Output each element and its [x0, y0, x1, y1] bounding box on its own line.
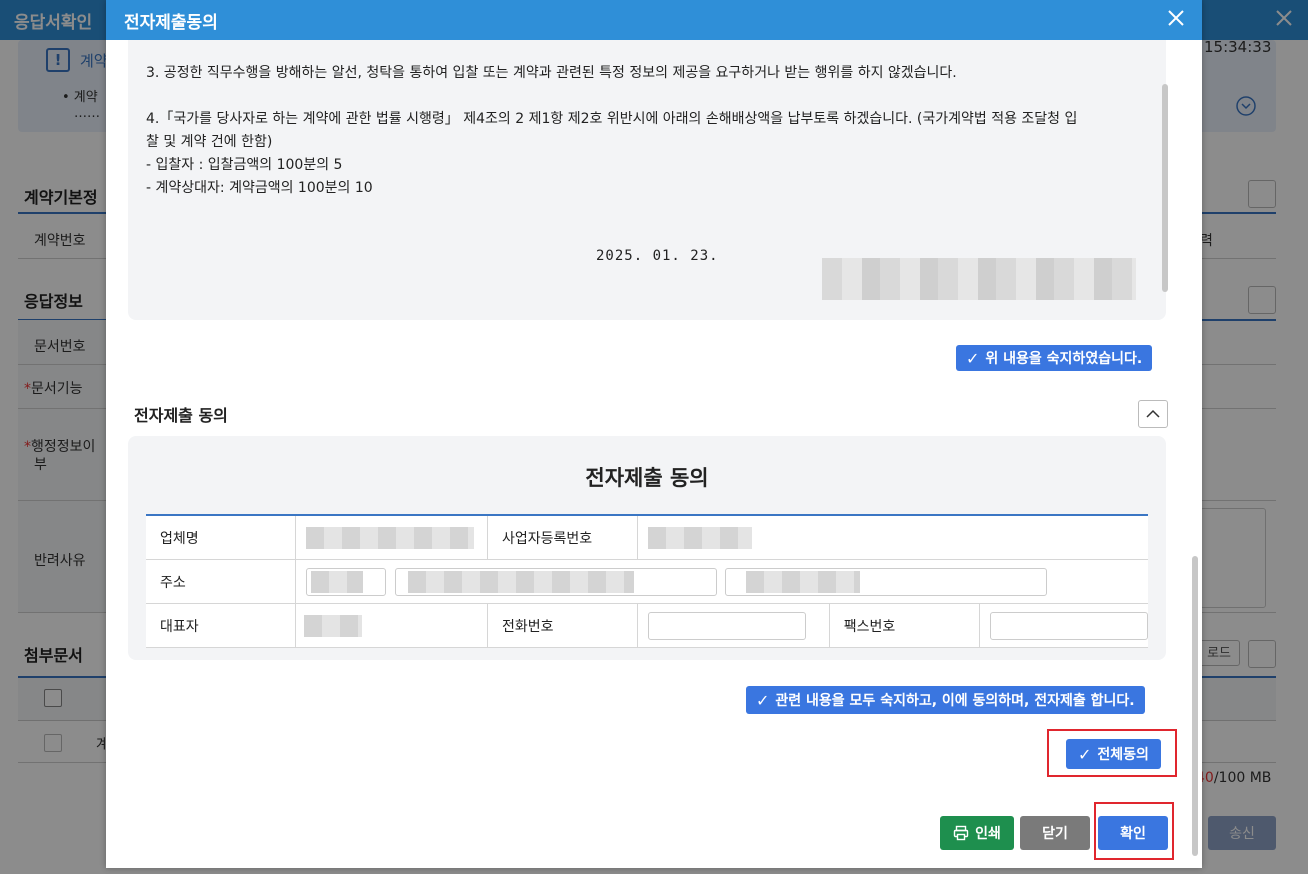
- consent-heading: 전자제출 동의: [585, 466, 709, 490]
- company-label: 업체명: [146, 515, 296, 560]
- pledge-date: 2025. 01. 23.: [596, 248, 719, 264]
- address-label: 주소: [146, 559, 296, 604]
- modal-scrollbar[interactable]: [1190, 44, 1200, 864]
- check-icon: ✓: [1078, 744, 1092, 764]
- agree-all-button[interactable]: ✓ 전체동의: [1066, 739, 1161, 769]
- company-info-table: 업체명 사업자등록번호 주소 대표자 전화번호 팩스번호: [146, 514, 1148, 648]
- agree-submit-button[interactable]: ✓ 관련 내용을 모두 숙지하고, 이에 동의하며, 전자제출 합니다.: [746, 686, 1145, 714]
- table-row: 주소: [146, 559, 1148, 604]
- pledge-item-4-line-2: 찰 및 계약 건에 한함): [146, 134, 273, 150]
- ceo-value: [295, 603, 488, 648]
- bizno-label: 사업자등록번호: [486, 515, 638, 560]
- modal-scrollbar-thumb[interactable]: [1192, 556, 1198, 856]
- check-icon: ✓: [756, 690, 770, 710]
- address-value: [295, 559, 1148, 604]
- printer-icon: [953, 825, 969, 841]
- print-button[interactable]: 인쇄: [940, 816, 1014, 850]
- fax-label: 팩스번호: [828, 603, 980, 648]
- close-button[interactable]: 닫기: [1020, 816, 1090, 850]
- company-value: [295, 515, 488, 560]
- phone-cell: [637, 603, 830, 648]
- e-submit-consent-modal: 전자제출동의 3. 공정한 직무수행을 방해하는 알선, 청탁을 통하여 입찰 …: [106, 0, 1202, 868]
- table-row: 대표자 전화번호 팩스번호: [146, 603, 1148, 648]
- check-icon: ✓: [966, 348, 980, 368]
- table-row: 업체명 사업자등록번호: [146, 515, 1148, 560]
- fax-field[interactable]: [990, 611, 1148, 640]
- phone-label: 전화번호: [486, 603, 638, 648]
- zipcode-field[interactable]: [306, 567, 387, 596]
- signature-redacted: [822, 258, 1136, 300]
- pledge-item-4-line-1: 4.「국가를 당사자로 하는 계약에 관한 법률 시행령」 제4조의 2 제1항…: [146, 111, 1078, 127]
- fax-cell: [979, 603, 1148, 648]
- address-field[interactable]: [394, 567, 717, 596]
- ceo-label: 대표자: [146, 603, 296, 648]
- bizno-value: [637, 515, 1148, 560]
- confirm-button[interactable]: 확인: [1098, 816, 1168, 850]
- address-detail-field[interactable]: [725, 567, 1048, 596]
- modal-header: [106, 0, 1202, 40]
- chevron-up-icon[interactable]: [1138, 400, 1168, 428]
- pledge-item-3: 3. 공정한 직무수행을 방해하는 알선, 청탁을 통하여 입찰 또는 계약과 …: [146, 65, 957, 81]
- pledge-bidder: - 입찰자 : 입찰금액의 100분의 5: [146, 157, 343, 173]
- acknowledge-button[interactable]: ✓ 위 내용을 숙지하였습니다.: [956, 345, 1153, 371]
- modal-title: 전자제출동의: [124, 13, 218, 33]
- consent-section-title: 전자제출 동의: [134, 406, 228, 425]
- pledge-contractor: - 계약상대자: 계약금액의 100분의 10: [146, 180, 373, 196]
- close-icon[interactable]: [1164, 6, 1188, 30]
- phone-field[interactable]: [648, 611, 807, 640]
- pledge-scrollbar[interactable]: [1162, 84, 1168, 292]
